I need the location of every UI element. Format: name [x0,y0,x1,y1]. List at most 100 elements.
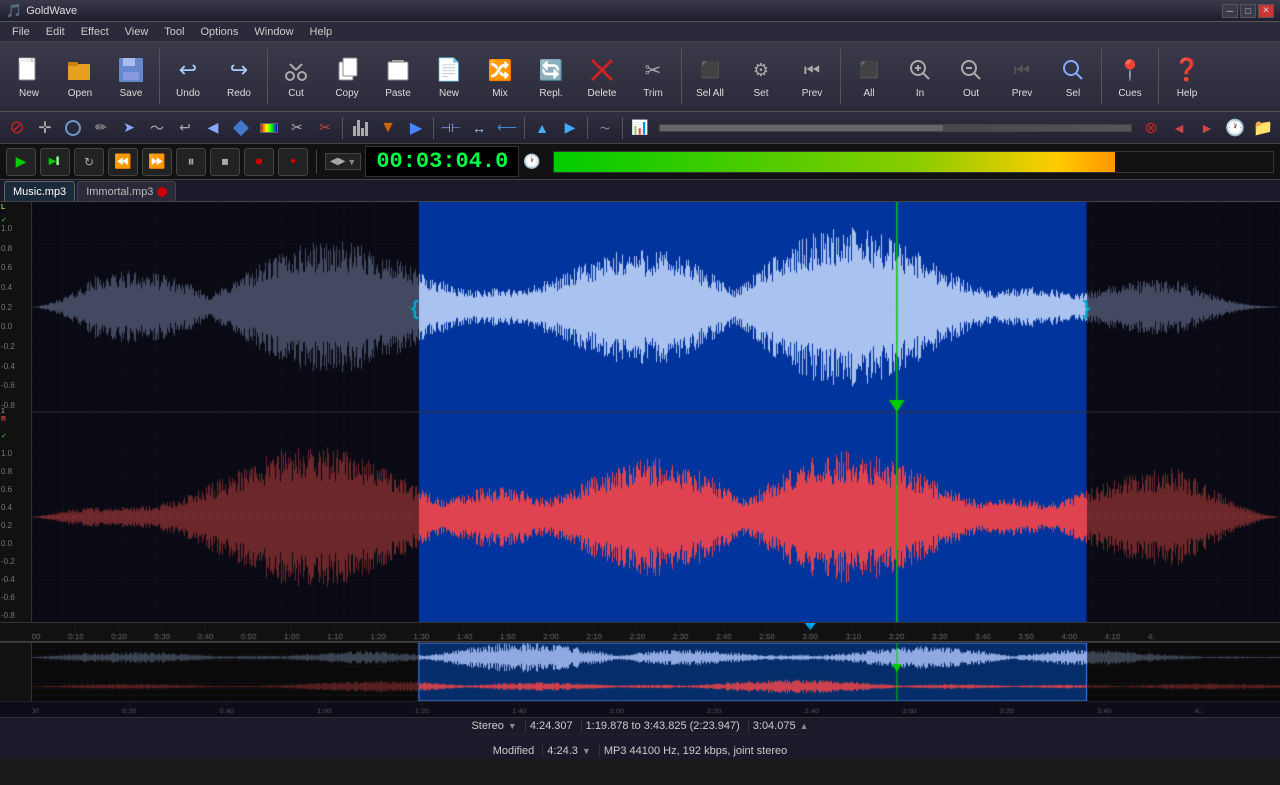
tab-immortal-label: Immortal.mp3 [86,186,153,198]
tab-music-label: Music.mp3 [13,186,66,198]
y-label-R: R [1,416,30,423]
vol-meter-btn[interactable]: 📊 [627,115,653,141]
diamond-btn[interactable] [228,115,254,141]
menu-tool[interactable]: Tool [156,24,192,40]
timeline-ruler [0,622,1280,642]
arrow-right2-btn[interactable]: ▶ [403,115,429,141]
circle-btn[interactable] [60,115,86,141]
menu-edit[interactable]: Edit [38,24,73,40]
toolbar-sep-3 [681,49,682,104]
split-btn[interactable]: ⊣⊢ [438,115,464,141]
arrow-down-btn[interactable]: ▼ [375,115,401,141]
menu-view[interactable]: View [117,24,157,40]
help-button[interactable]: ❓ Help [1162,45,1212,109]
move-btn[interactable]: ✛ [32,115,58,141]
overview-section [0,642,1280,717]
expand-btn[interactable]: ↔ [466,115,492,141]
scissors-btn[interactable]: ✂ [284,115,310,141]
cursor-display[interactable]: 3:04.075 ▲ [753,720,809,732]
cut-button[interactable]: Cut [271,45,321,109]
set-button[interactable]: ⚙ Set [736,45,786,109]
wave-edit-btn[interactable]: 〜 [592,115,618,141]
close-button[interactable]: ✕ [1258,4,1274,18]
delete-button[interactable]: Delete [577,45,627,109]
level-bar [553,151,1274,173]
right-arrow-col-btn[interactable]: ► [1194,115,1220,141]
tab-immortal[interactable]: Immortal.mp3 [77,181,176,201]
channel-dropdown[interactable]: ◀▶ ▼ [325,153,361,170]
record-selection-button[interactable]: ⏺ [278,148,308,176]
undo-button[interactable]: ↩ Undo [163,45,213,109]
menu-effect[interactable]: Effect [73,24,117,40]
tab-immortal-close[interactable] [157,187,167,197]
main-toolbar: New Open Save ↩ Undo ↪ Redo Cut Copy [0,42,1280,112]
play-button[interactable]: ▶ [6,148,36,176]
new2-button[interactable]: 📄 New [424,45,474,109]
menu-window[interactable]: Window [246,24,301,40]
open-button[interactable]: Open [55,45,105,109]
stereo-mode[interactable]: Stereo ▼ [471,720,525,732]
wave-btn[interactable]: 〜 [144,115,170,141]
overview-timeline [0,701,1280,717]
pause-button[interactable]: ⏸ [176,148,206,176]
save-button[interactable]: Save [106,45,156,109]
waveform-main[interactable]: L ✓ 1.0 0.8 0.6 0.4 0.2 0.0 -0.2 -0.4 -0… [0,202,1280,622]
forward-button[interactable]: ⏩ [142,148,172,176]
clock-btn[interactable]: 🕐 [1222,115,1248,141]
stop-button[interactable]: ⏹ [210,148,240,176]
copy-button[interactable]: Copy [322,45,372,109]
menu-bar: File Edit Effect View Tool Options Windo… [0,22,1280,42]
menu-options[interactable]: Options [192,24,246,40]
pencil-btn[interactable]: ✏ [88,115,114,141]
eq-btn[interactable] [347,115,373,141]
zoom-in-button[interactable]: In [895,45,945,109]
record-button[interactable]: ⏺ [244,148,274,176]
cues-button[interactable]: 📍 Cues [1105,45,1155,109]
mix-button[interactable]: 🔀 Mix [475,45,525,109]
selection-display[interactable]: 1:19.878 to 3:43.825 (2:23.947) [586,720,749,732]
zoom-out-button[interactable]: Out [946,45,996,109]
vol-right-btn[interactable]: ▶ [557,115,583,141]
left-arrow-col-btn[interactable]: ◄ [1166,115,1192,141]
tab-music[interactable]: Music.mp3 [4,181,75,201]
colorbar-btn[interactable] [256,115,282,141]
toolbar2-sep-4 [587,117,588,139]
play-selection-button[interactable]: ▶▌ [40,148,70,176]
duration-display: 4:24.307 [530,720,582,732]
overview-y-axis [0,643,32,701]
redo-button[interactable]: ↪ Redo [214,45,264,109]
time-format-btn[interactable]: 🕐 [523,153,540,170]
stop-icon-btn[interactable]: ⊘ [4,115,30,141]
rewind-button[interactable]: ⏪ [108,148,138,176]
left-arr-btn[interactable]: ⟵ [494,115,520,141]
status-bar: Stereo ▼ 4:24.307 1:19.878 to 3:43.825 (… [0,717,1280,759]
paste-button[interactable]: Paste [373,45,423,109]
toolbar-sep-1 [159,49,160,104]
scissor-x-btn[interactable]: ✂ [312,115,338,141]
loop-button[interactable]: ↻ [74,148,104,176]
trim-button[interactable]: ✂ Trim [628,45,678,109]
arrow-left-btn[interactable]: ◀ [200,115,226,141]
undo2-btn[interactable]: ↩ [172,115,198,141]
folder2-btn[interactable]: 📁 [1250,115,1276,141]
sel-button[interactable]: Sel [1048,45,1098,109]
replace-button[interactable]: 🔄 Repl. [526,45,576,109]
level-mask [1115,152,1273,172]
red-x-btn[interactable]: ⊗ [1138,115,1164,141]
vol-up-btn[interactable]: ▲ [529,115,555,141]
title-text: GoldWave [26,5,1222,17]
prev-button[interactable]: ⏮ Prev [787,45,837,109]
new-button[interactable]: New [4,45,54,109]
all-button[interactable]: ⬛ All [844,45,894,109]
menu-help[interactable]: Help [302,24,341,40]
maximize-button[interactable]: □ [1240,4,1256,18]
prev2-button[interactable]: ⏮ Prev [997,45,1047,109]
overview-waveform[interactable] [0,643,1280,701]
waveform-canvas[interactable] [32,202,1280,622]
menu-file[interactable]: File [4,24,38,40]
arrow-right-btn[interactable]: ➤ [116,115,142,141]
minimize-button[interactable]: ─ [1222,4,1238,18]
transport-sep [316,150,317,174]
sel-all-button[interactable]: ⬛ Sel All [685,45,735,109]
modified-duration: 4:24.3 ▼ [547,745,600,757]
